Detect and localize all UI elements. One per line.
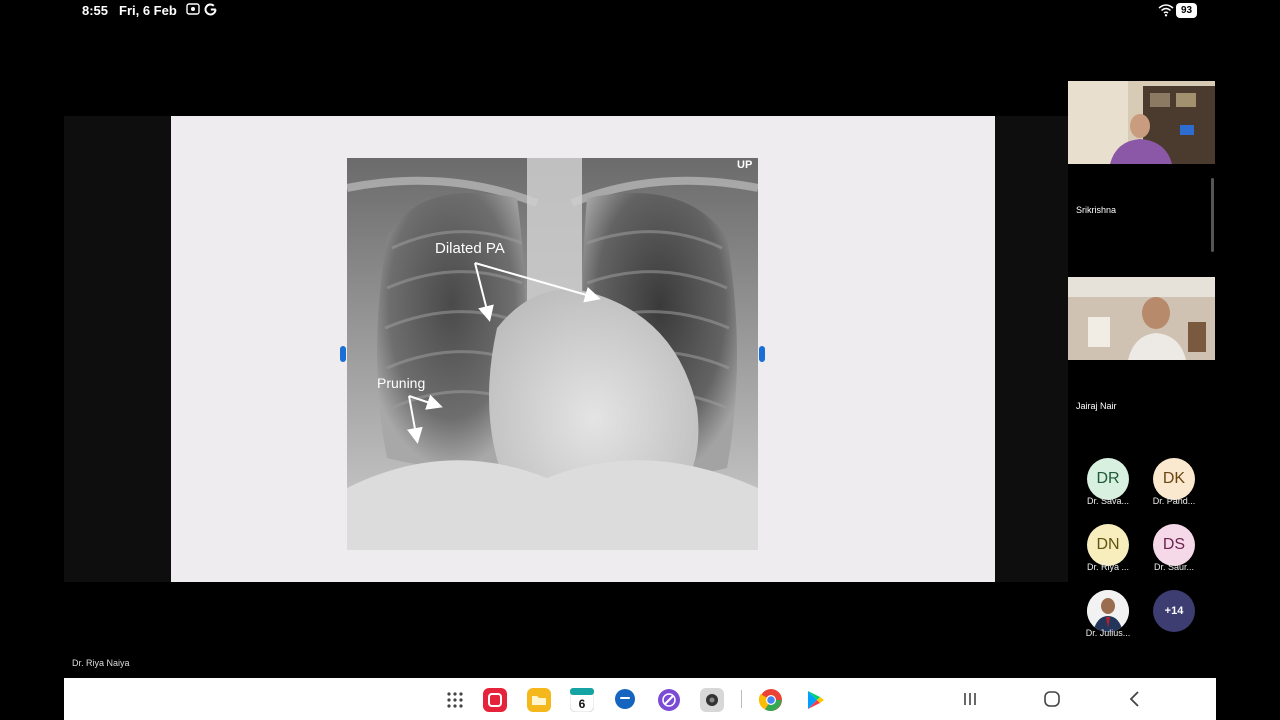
- avatar-label-0: Dr. Sava...: [1086, 496, 1130, 506]
- left-crop-handle[interactable]: [340, 346, 346, 362]
- avatar-initials: DN: [1096, 536, 1120, 553]
- android-nav-bar: 6: [64, 678, 1216, 720]
- video-tile-srikrishna[interactable]: [1068, 81, 1215, 164]
- battery-icon: 93: [1176, 3, 1197, 18]
- google-icon: [204, 3, 217, 19]
- calendar-day: 6: [578, 697, 586, 711]
- status-time: 8:55: [82, 3, 109, 18]
- my-files-icon[interactable]: [527, 688, 551, 712]
- camera-icon[interactable]: [700, 688, 724, 712]
- nav-divider: [741, 690, 742, 708]
- avatar-1[interactable]: DK: [1153, 458, 1195, 500]
- avatar-2[interactable]: DN: [1087, 524, 1129, 566]
- calendar-icon[interactable]: 6: [569, 687, 595, 713]
- screen-record-icon: [186, 3, 200, 18]
- wifi-icon: [1158, 3, 1174, 17]
- play-store-icon[interactable]: [803, 688, 827, 712]
- back-icon[interactable]: [1123, 688, 1147, 710]
- participant-scrollbar[interactable]: [1211, 178, 1214, 252]
- recents-icon[interactable]: [958, 688, 982, 710]
- avatar-initials: DK: [1162, 470, 1186, 487]
- participant-name-1: Srikrishna: [1076, 205, 1117, 215]
- profile-photo-icon: [1087, 590, 1129, 632]
- xray-corner-label: UP: [737, 159, 752, 171]
- presenter-name: Dr. Riya Naiya: [72, 658, 130, 668]
- right-crop-handle[interactable]: [759, 346, 765, 362]
- avatar-label-1: Dr. Pand...: [1152, 496, 1196, 506]
- app-drawer-icon[interactable]: [443, 688, 467, 712]
- video-tile-jairaj-nair[interactable]: [1068, 277, 1215, 360]
- video-feed: [1068, 277, 1215, 360]
- avatar-3[interactable]: DS: [1153, 524, 1195, 566]
- red-app-icon[interactable]: [483, 688, 507, 712]
- home-icon[interactable]: [1040, 688, 1064, 710]
- avatar-initials: DS: [1162, 536, 1186, 553]
- chrome-icon[interactable]: [758, 688, 783, 712]
- status-date: Fri, 6 Feb: [119, 3, 177, 18]
- avatar-4[interactable]: [1087, 590, 1129, 632]
- avatar-initials: DR: [1096, 470, 1120, 487]
- video-feed: [1068, 81, 1215, 164]
- notes-icon[interactable]: [657, 688, 681, 712]
- more-participants-button[interactable]: +14: [1153, 590, 1195, 632]
- messages-icon[interactable]: [613, 688, 637, 712]
- avatar-label-4: Dr. Julius...: [1085, 628, 1131, 638]
- more-count: +14: [1164, 605, 1184, 617]
- avatar-label-2: Dr. Riya ...: [1086, 562, 1129, 572]
- status-bar: 8:55 Fri, 6 Feb 93: [0, 0, 1280, 22]
- annotation-pruning: Pruning: [377, 375, 425, 391]
- annotation-dilated-pa: Dilated PA: [435, 240, 505, 257]
- participant-name-2: Jairaj Nair: [1076, 401, 1117, 411]
- chest-xray-image: UP Dilated PA Pruning: [347, 158, 758, 550]
- avatar-label-3: Dr. Saur...: [1153, 562, 1195, 572]
- avatar-0[interactable]: DR: [1087, 458, 1129, 500]
